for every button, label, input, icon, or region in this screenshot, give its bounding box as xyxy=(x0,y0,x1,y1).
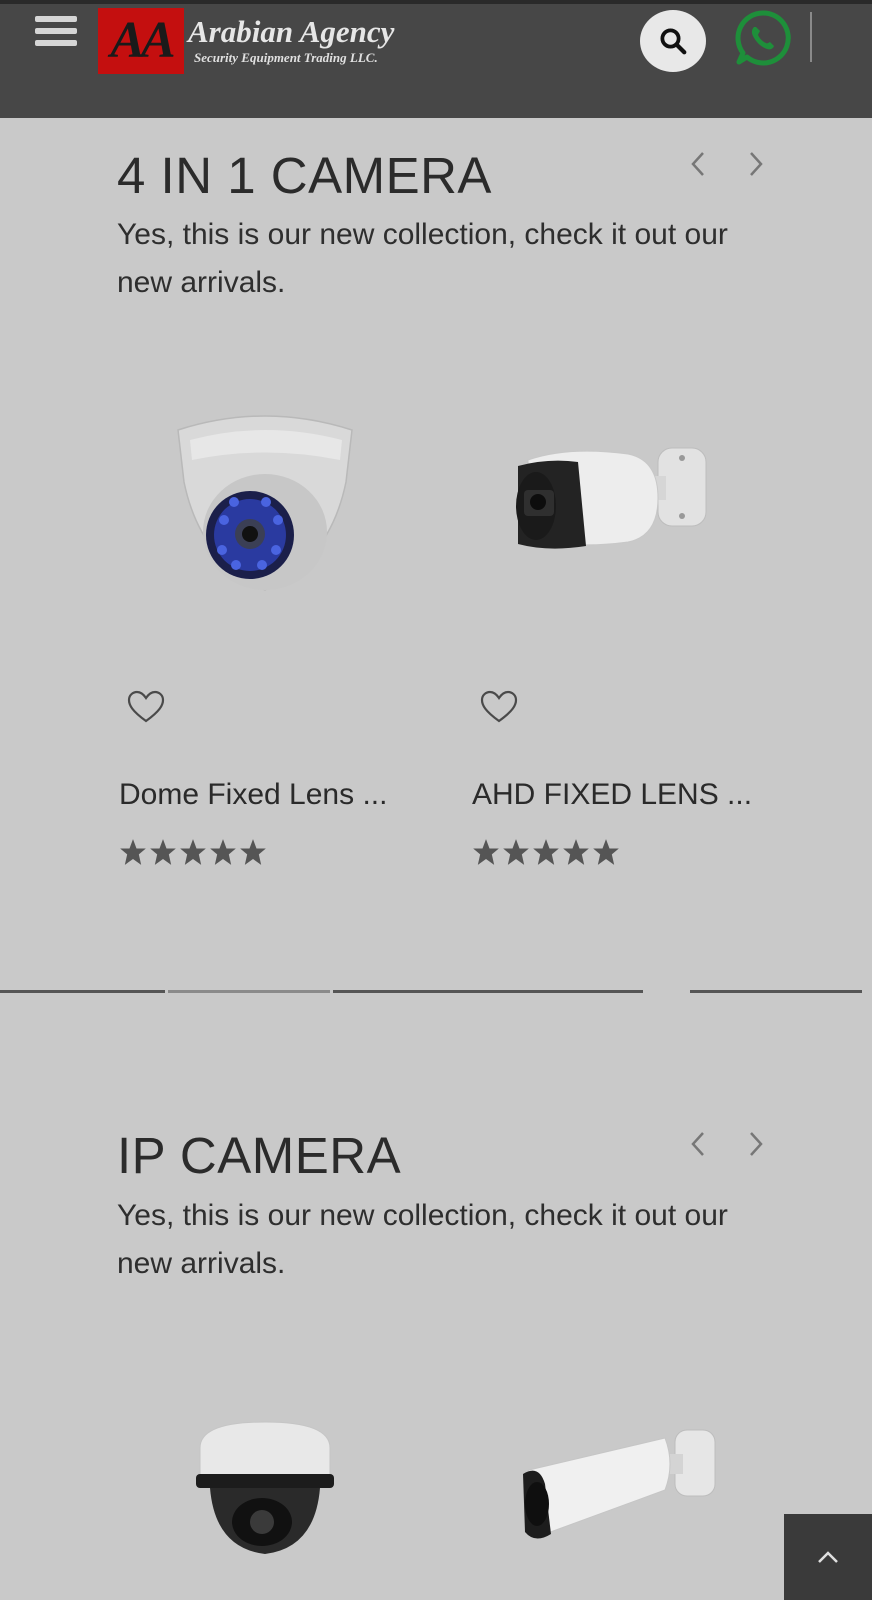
star-icon xyxy=(533,839,559,865)
hamburger-icon[interactable] xyxy=(35,16,77,52)
product-image-dome-camera[interactable] xyxy=(170,410,360,605)
whatsapp-button[interactable] xyxy=(733,8,793,68)
carousel-next-button[interactable] xyxy=(738,146,774,182)
star-icon xyxy=(120,839,146,865)
section-divider xyxy=(690,990,862,993)
carousel-prev-button[interactable] xyxy=(680,1126,716,1162)
star-icon xyxy=(473,839,499,865)
section-divider xyxy=(333,990,643,993)
product-name[interactable]: AHD FIXED LENS ... xyxy=(472,778,752,812)
section-divider xyxy=(0,990,165,993)
star-icon xyxy=(503,839,529,865)
chevron-right-icon xyxy=(750,152,763,176)
product-image-ip-bullet-camera[interactable] xyxy=(515,1424,725,1559)
star-icon xyxy=(593,839,619,865)
product-image-ip-dome-camera[interactable] xyxy=(190,1418,340,1563)
chevron-up-icon xyxy=(818,1551,838,1563)
header-divider xyxy=(810,12,812,62)
logo-name: Arabian Agency xyxy=(188,14,395,49)
scroll-to-top-button[interactable] xyxy=(784,1514,872,1600)
chevron-left-icon xyxy=(691,1132,704,1156)
chevron-right-icon xyxy=(750,1132,763,1156)
section-divider xyxy=(168,990,330,993)
product-image-bullet-camera[interactable] xyxy=(508,440,718,585)
site-header: AA Arabian Agency Security Equipment Tra… xyxy=(0,0,872,118)
carousel-prev-button[interactable] xyxy=(680,146,716,182)
section-title-4in1: 4 IN 1 CAMERA xyxy=(117,147,492,204)
rating-stars xyxy=(119,838,267,866)
star-icon xyxy=(563,839,589,865)
carousel-next-button[interactable] xyxy=(738,1126,774,1162)
section-title-ip-camera: IP CAMERA xyxy=(117,1127,402,1184)
site-logo[interactable]: AA Arabian Agency Security Equipment Tra… xyxy=(98,8,394,74)
product-name[interactable]: Dome Fixed Lens ... xyxy=(119,778,387,812)
section-description-4in1: Yes, this is our new collection, check i… xyxy=(117,218,728,299)
wishlist-heart-icon[interactable] xyxy=(127,690,165,724)
search-icon xyxy=(660,28,687,55)
star-icon xyxy=(150,839,176,865)
star-icon xyxy=(240,839,266,865)
search-button[interactable] xyxy=(640,10,706,72)
section-description-ip-camera: Yes, this is our new collection, check i… xyxy=(117,1199,728,1280)
wishlist-heart-icon[interactable] xyxy=(480,690,518,724)
logo-mark: AA xyxy=(98,8,184,74)
logo-subtitle: Security Equipment Trading LLC. xyxy=(194,50,378,65)
star-icon xyxy=(180,839,206,865)
rating-stars xyxy=(472,838,620,866)
chevron-left-icon xyxy=(691,152,704,176)
star-icon xyxy=(210,839,236,865)
whatsapp-icon xyxy=(735,10,791,66)
